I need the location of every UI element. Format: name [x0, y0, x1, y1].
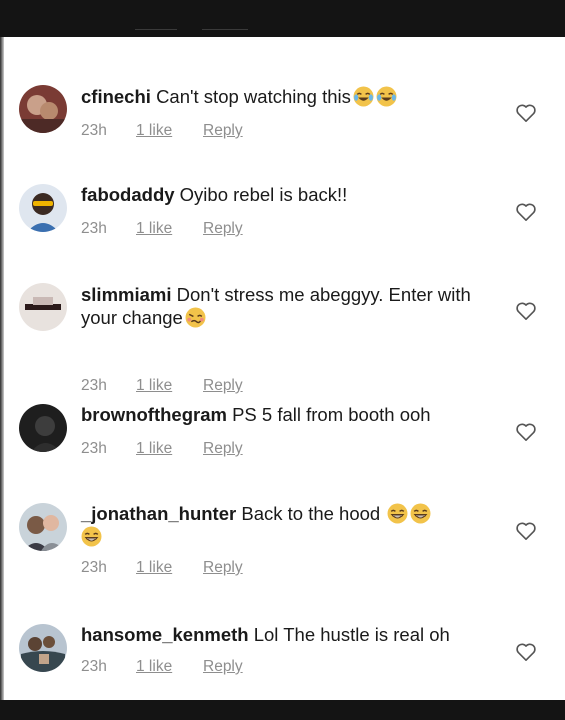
heart-outline-icon[interactable]	[515, 301, 537, 321]
comments-panel: cfinechi Can't stop watching this 23h 1 …	[4, 37, 565, 700]
comment-body: Lol The hustle is real oh	[253, 624, 450, 645]
comment-meta: 23h 1 like Reply	[81, 220, 243, 238]
comment-username[interactable]: slimmiami	[81, 284, 172, 305]
comment-text: hansome_kenmeth Lol The hustle is real o…	[81, 623, 491, 646]
comment-time: 23h	[81, 559, 107, 576]
reply-link[interactable]: Reply	[203, 440, 243, 458]
comment-body: Oyibo rebel is back!!	[179, 184, 348, 205]
joy-emoji	[353, 86, 374, 107]
comment-time: 23h	[81, 377, 107, 394]
top-bar	[0, 0, 565, 37]
comment-body: Can't stop watching this	[156, 86, 351, 107]
likes-link[interactable]: 1 like	[136, 440, 203, 458]
grin-emoji	[387, 503, 408, 524]
grin-emoji	[410, 503, 431, 524]
heart-outline-icon[interactable]	[515, 202, 537, 222]
comment-text: _jonathan_hunter Back to the hood	[81, 502, 491, 548]
comment-time: 23h	[81, 122, 107, 139]
comment-meta: 23h 1 like Reply	[81, 122, 243, 140]
comment-time: 23h	[81, 440, 107, 457]
comment-text: fabodaddy Oyibo rebel is back!!	[81, 183, 491, 206]
grin-emoji	[81, 526, 102, 547]
woozy-emoji	[185, 307, 206, 328]
comment-meta: 23h 1 like Reply	[81, 559, 243, 577]
comment-time: 23h	[81, 658, 107, 675]
bottom-bar	[0, 700, 565, 720]
comment-meta: 23h 1 like Reply	[81, 658, 243, 676]
likes-link[interactable]: 1 like	[136, 220, 203, 238]
avatar[interactable]	[19, 184, 67, 232]
likes-link[interactable]: 1 like	[136, 658, 203, 676]
comment-time: 23h	[81, 220, 107, 237]
avatar[interactable]	[19, 283, 67, 331]
heart-outline-icon[interactable]	[515, 521, 537, 541]
comment-text: cfinechi Can't stop watching this	[81, 85, 491, 108]
heart-outline-icon[interactable]	[515, 422, 537, 442]
reply-link[interactable]: Reply	[203, 122, 243, 140]
heart-outline-icon[interactable]	[515, 642, 537, 662]
reply-link[interactable]: Reply	[203, 220, 243, 238]
avatar[interactable]	[19, 85, 67, 133]
comment-username[interactable]: fabodaddy	[81, 184, 175, 205]
comment-text: brownofthegram PS 5 fall from booth ooh	[81, 403, 491, 426]
avatar[interactable]	[19, 624, 67, 672]
comment-username[interactable]: _jonathan_hunter	[81, 503, 236, 524]
avatar[interactable]	[19, 404, 67, 452]
comment-meta: 23h 1 like Reply	[81, 440, 243, 458]
reply-link[interactable]: Reply	[203, 377, 243, 395]
top-bar-divider	[135, 29, 177, 35]
likes-link[interactable]: 1 like	[136, 122, 203, 140]
reply-link[interactable]: Reply	[203, 559, 243, 577]
comment-body: Back to the hood	[241, 503, 381, 524]
top-bar-divider	[202, 29, 248, 35]
comment-username[interactable]: hansome_kenmeth	[81, 624, 249, 645]
reply-link[interactable]: Reply	[203, 658, 243, 676]
comment-meta: 23h 1 like Reply	[81, 377, 243, 395]
heart-outline-icon[interactable]	[515, 103, 537, 123]
avatar[interactable]	[19, 503, 67, 551]
comment-body: PS 5 fall from booth ooh	[232, 404, 431, 425]
comment-username[interactable]: cfinechi	[81, 86, 151, 107]
likes-link[interactable]: 1 like	[136, 377, 203, 395]
likes-link[interactable]: 1 like	[136, 559, 203, 577]
comment-username[interactable]: brownofthegram	[81, 404, 227, 425]
comment-text: slimmiami Don't stress me abeggyy. Enter…	[81, 283, 491, 329]
joy-emoji	[376, 86, 397, 107]
